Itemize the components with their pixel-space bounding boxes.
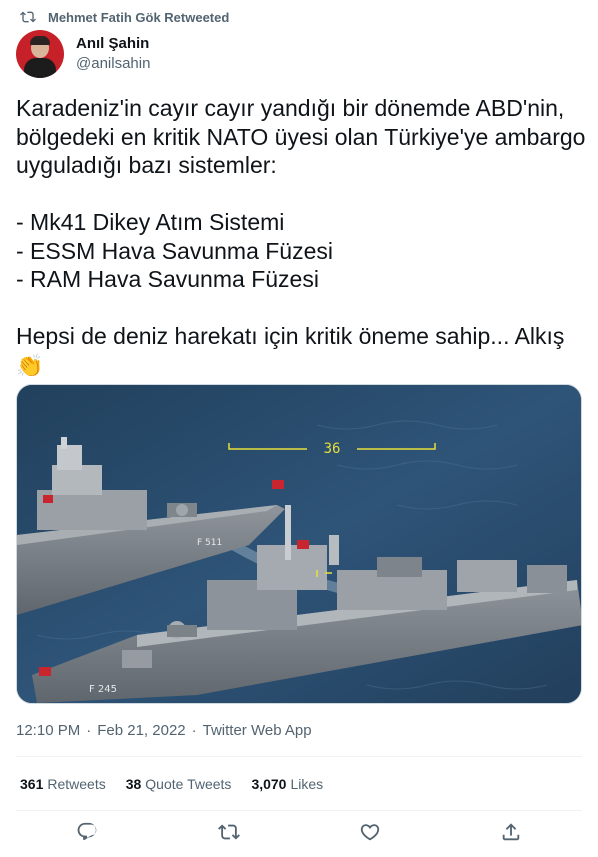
divider (16, 810, 582, 811)
retweet-icon (218, 824, 240, 840)
retweet-button[interactable] (218, 821, 242, 845)
likes-label: Likes (290, 776, 324, 792)
tweet-line: Karadeniz'in cayır cayır yandığı bir dön… (16, 95, 586, 178)
retweet-icon (20, 11, 36, 23)
tweet-time[interactable]: 12:10 PM (16, 722, 80, 739)
retweets-stat[interactable]: 361 Retweets (20, 776, 106, 792)
like-button[interactable] (359, 821, 383, 845)
quote-tweets-stat[interactable]: 38 Quote Tweets (126, 776, 232, 792)
avatar[interactable] (16, 30, 64, 78)
share-button[interactable] (500, 821, 524, 845)
tweet-stats: 361 Retweets 38 Quote Tweets 3,070 Likes (20, 774, 343, 794)
overlay-number: 36 (324, 441, 341, 457)
reply-button[interactable] (76, 821, 100, 845)
tweet-line: - Mk41 Dikey Atım Sistemi (16, 209, 285, 235)
tweet-date[interactable]: Feb 21, 2022 (97, 722, 185, 739)
hull-number-right: F 245 (89, 684, 117, 695)
tweet-text: Karadeniz'in cayır cayır yandığı bir dön… (16, 94, 586, 380)
quotes-label: Quote Tweets (145, 776, 232, 792)
author-handle[interactable]: @anilsahin (76, 54, 150, 74)
meta-separator: · (191, 721, 197, 739)
quotes-count: 38 (125, 776, 142, 792)
warships-photo: F 511 F 245 36 (17, 385, 581, 703)
retweet-context[interactable]: Mehmet Fatih Gök Retweeted (18, 8, 229, 26)
reply-icon (77, 822, 97, 841)
share-icon (502, 823, 520, 841)
divider (16, 756, 582, 757)
clapping-hands-emoji: 👏 (16, 352, 44, 378)
likes-stat[interactable]: 3,070 Likes (251, 776, 323, 792)
retweets-count: 361 (20, 776, 44, 792)
tweet-actions (0, 818, 598, 848)
tweet-author[interactable]: Anıl Şahin @anilsahin (16, 30, 150, 78)
meta-separator: · (86, 721, 92, 739)
tweet-source[interactable]: Twitter Web App (203, 722, 312, 739)
author-name[interactable]: Anıl Şahin (76, 34, 150, 54)
tweet-line (16, 294, 586, 323)
tweet-line: - RAM Hava Savunma Füzesi (16, 266, 319, 292)
tweet-line: Hepsi de deniz harekatı için kritik önem… (16, 323, 565, 349)
tweet-line: - ESSM Hava Savunma Füzesi (16, 237, 334, 264)
tweet-media-image[interactable]: F 511 F 245 36 (16, 384, 582, 704)
retweets-label: Retweets (47, 776, 106, 792)
tweet-line (16, 180, 586, 209)
likes-count: 3,070 (251, 776, 287, 792)
retweet-context-label: Mehmet Fatih Gök Retweeted (48, 9, 230, 25)
hull-number-left: F 511 (197, 538, 222, 548)
like-icon (360, 824, 380, 841)
tweet-meta: 12:10 PM · Feb 21, 2022 · Twitter Web Ap… (16, 720, 312, 740)
